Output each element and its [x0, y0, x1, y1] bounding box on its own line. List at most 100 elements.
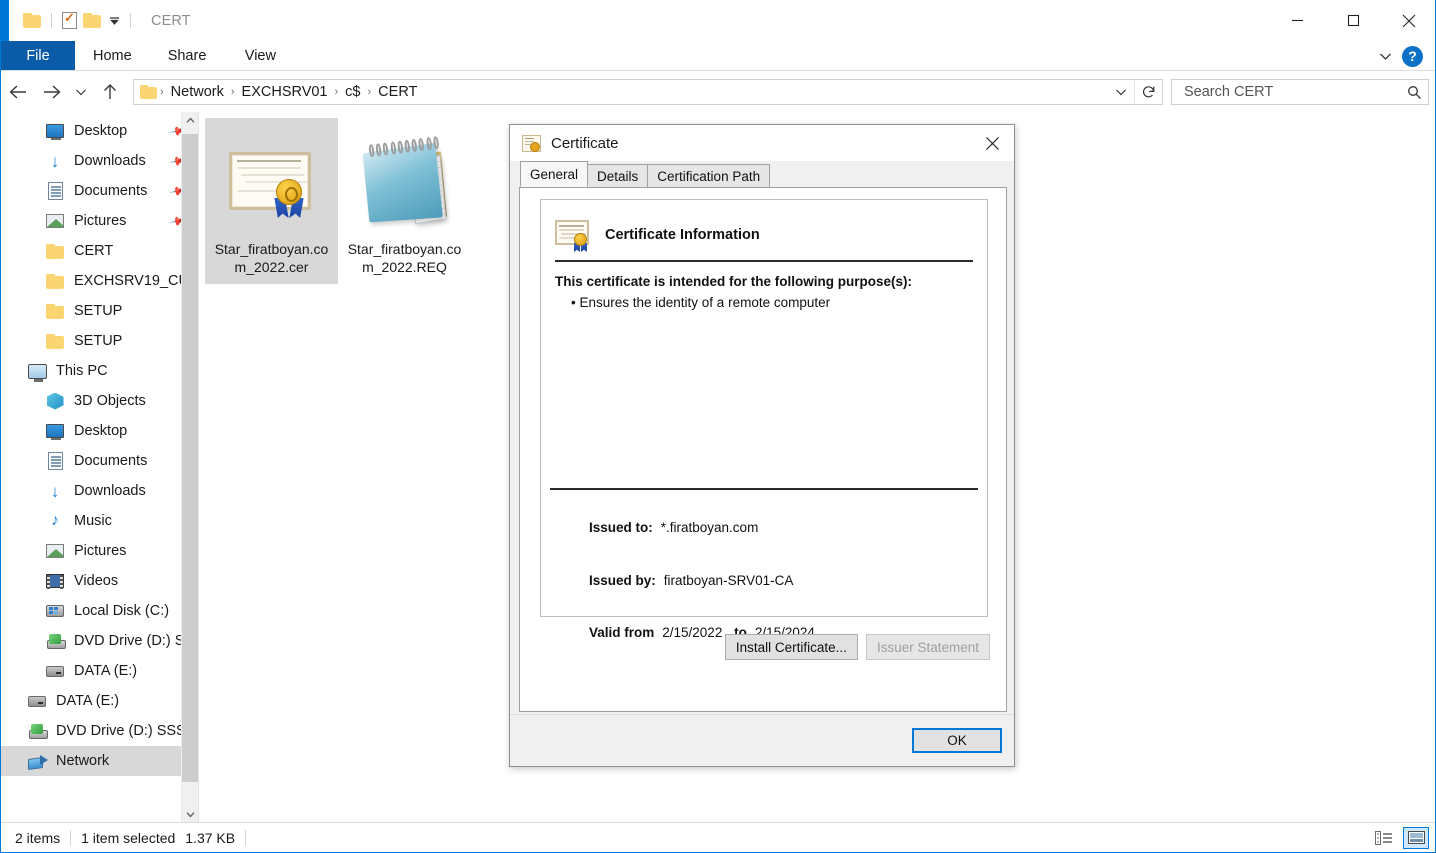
dvd-icon: [45, 632, 66, 650]
status-item-count: 2 items: [15, 829, 61, 846]
sidebar-item-network[interactable]: Network: [1, 746, 198, 776]
breadcrumb-cert[interactable]: CERT: [372, 84, 423, 100]
issued-to-row: Issued to: *.firatboyan.com: [589, 520, 758, 535]
sidebar-item-exchsrv19-cu11[interactable]: EXCHSRV19_CU11: [1, 266, 198, 296]
address-bar: › Network › EXCHSRV01 › c$ › CERT: [1, 72, 1435, 112]
minimize-button[interactable]: [1269, 0, 1325, 41]
issued-to-label: Issued to:: [589, 520, 653, 535]
certificate-file-icon: [209, 124, 334, 240]
breadcrumb-cdollar[interactable]: c$: [339, 84, 366, 100]
sidebar-item-dvd-drive-d-sss[interactable]: DVD Drive (D:) SSS_: [1, 626, 198, 656]
refresh-icon[interactable]: [1134, 80, 1162, 104]
chevron-down-icon[interactable]: [109, 15, 120, 26]
search-box[interactable]: [1171, 79, 1429, 105]
sidebar-item-this-pc[interactable]: This PC: [1, 356, 198, 386]
sidebar-item-label: DATA (E:): [56, 693, 120, 709]
ribbon-tab-bar: File Home Share View ?: [1, 41, 1435, 71]
tab-certification-path[interactable]: Certification Path: [647, 164, 771, 187]
sidebar-item-desktop[interactable]: Desktop 📌: [1, 116, 198, 146]
file-item-req[interactable]: Star_firatboyan.com_2022.REQ: [338, 118, 471, 284]
certificate-dialog: Certificate General Details Certificatio…: [509, 124, 1015, 767]
sidebar-item-data-e[interactable]: DATA (E:): [1, 656, 198, 686]
tab-home[interactable]: Home: [75, 41, 150, 70]
sidebar-item-downloads[interactable]: ↓ Downloads 📌: [1, 146, 198, 176]
maximize-button[interactable]: [1325, 0, 1381, 41]
issued-by-value: firatboyan-SRV01-CA: [663, 573, 794, 588]
divider: [70, 829, 72, 846]
dialog-tab-strip: General Details Certification Path: [510, 161, 1014, 187]
sidebar-item-setup[interactable]: SETUP: [1, 326, 198, 356]
install-certificate-button[interactable]: Install Certificate...: [724, 634, 858, 660]
music-icon: ♪: [51, 512, 59, 529]
sidebar-item-3d-objects[interactable]: 3D Objects: [1, 386, 198, 416]
purpose-title: This certificate is intended for the fol…: [555, 274, 913, 289]
ribbon-right-controls: ?: [1379, 41, 1429, 71]
sidebar-item-music[interactable]: ♪ Music: [1, 506, 198, 536]
sidebar-item-desktop[interactable]: Desktop: [1, 416, 198, 446]
divider: [550, 488, 978, 490]
certificate-info-heading: Certificate Information: [605, 227, 760, 243]
forward-button[interactable]: [35, 75, 69, 109]
dvd-icon: [27, 722, 48, 740]
sidebar-item-label: Documents: [74, 453, 148, 469]
recent-locations-chevron-icon[interactable]: [69, 75, 93, 109]
tab-details[interactable]: Details: [587, 164, 649, 187]
status-bar: 2 items 1 item selected 1.37 KB: [1, 822, 1435, 852]
large-icons-view-icon[interactable]: [1403, 826, 1429, 849]
breadcrumb-network[interactable]: Network: [165, 84, 230, 100]
file-name-label: Star_firatboyan.com_2022.cer: [214, 241, 329, 275]
up-button[interactable]: [93, 75, 127, 109]
status-selection: 1 item selected: [81, 829, 176, 846]
expand-ribbon-chevron-icon[interactable]: [1379, 52, 1392, 61]
scroll-up-icon[interactable]: [182, 112, 198, 129]
tab-general[interactable]: General: [520, 161, 589, 187]
divider: [245, 829, 247, 846]
scroll-down-icon[interactable]: [182, 806, 198, 823]
scrollbar-thumb[interactable]: [182, 134, 198, 782]
folder-icon[interactable]: [23, 13, 41, 28]
sidebar-item-videos[interactable]: Videos: [1, 566, 198, 596]
sidebar-item-label: Downloads: [74, 153, 146, 169]
new-folder-icon[interactable]: [83, 13, 101, 28]
sidebar-item-label: Local Disk (C:): [74, 603, 170, 619]
navigation-scrollbar[interactable]: [181, 112, 198, 823]
help-icon[interactable]: ?: [1402, 45, 1423, 67]
sidebar-item-label: Desktop: [74, 423, 128, 439]
properties-icon[interactable]: [62, 10, 77, 29]
sidebar-item-documents[interactable]: Documents: [1, 446, 198, 476]
folder-icon: [140, 85, 157, 99]
sidebar-item-cert[interactable]: CERT: [1, 236, 198, 266]
navigation-pane: Desktop 📌 ↓ Downloads 📌 Documents 📌 Pictures 📌 CE…: [1, 112, 198, 823]
desktop-icon: [45, 422, 65, 440]
search-icon[interactable]: [1407, 85, 1422, 100]
sidebar-item-pictures[interactable]: Pictures 📌: [1, 206, 198, 236]
breadcrumb-bar[interactable]: › Network › EXCHSRV01 › c$ › CERT: [133, 79, 1163, 105]
sidebar-item-downloads[interactable]: ↓ Downloads: [1, 476, 198, 506]
sidebar-item-label: 3D Objects: [74, 393, 146, 409]
tab-file[interactable]: File: [1, 41, 75, 70]
issuer-statement-button: Issuer Statement: [865, 634, 990, 660]
dialog-title-bar: Certificate: [510, 125, 1014, 161]
file-explorer-window: CERT File Home Share View ?: [0, 0, 1436, 853]
sidebar-item-documents[interactable]: Documents 📌: [1, 176, 198, 206]
dialog-close-button[interactable]: [970, 125, 1014, 161]
search-input[interactable]: [1182, 83, 1407, 101]
sidebar-item-pictures[interactable]: Pictures: [1, 536, 198, 566]
sidebar-item-setup[interactable]: SETUP: [1, 296, 198, 326]
file-item-cer[interactable]: Star_firatboyan.com_2022.cer: [205, 118, 338, 284]
details-view-icon[interactable]: [1371, 827, 1397, 849]
dialog-footer: OK: [510, 714, 1014, 766]
drive-icon: [27, 692, 47, 710]
ok-button[interactable]: OK: [912, 728, 1002, 753]
sidebar-item-data-e[interactable]: DATA (E:): [1, 686, 198, 716]
breadcrumb-exchsrv01[interactable]: EXCHSRV01: [236, 84, 334, 100]
folder-icon: [45, 302, 65, 320]
sidebar-item-local-disk-c[interactable]: Local Disk (C:): [1, 596, 198, 626]
back-button[interactable]: [1, 75, 35, 109]
address-dropdown-chevron-icon[interactable]: [1108, 80, 1134, 104]
close-button[interactable]: [1381, 0, 1435, 41]
tab-view[interactable]: View: [224, 41, 296, 70]
sidebar-item-dvd-drive-d-sss-x[interactable]: DVD Drive (D:) SSS_X: [1, 716, 198, 746]
tab-share[interactable]: Share: [150, 41, 225, 70]
disk-icon: [45, 602, 65, 620]
